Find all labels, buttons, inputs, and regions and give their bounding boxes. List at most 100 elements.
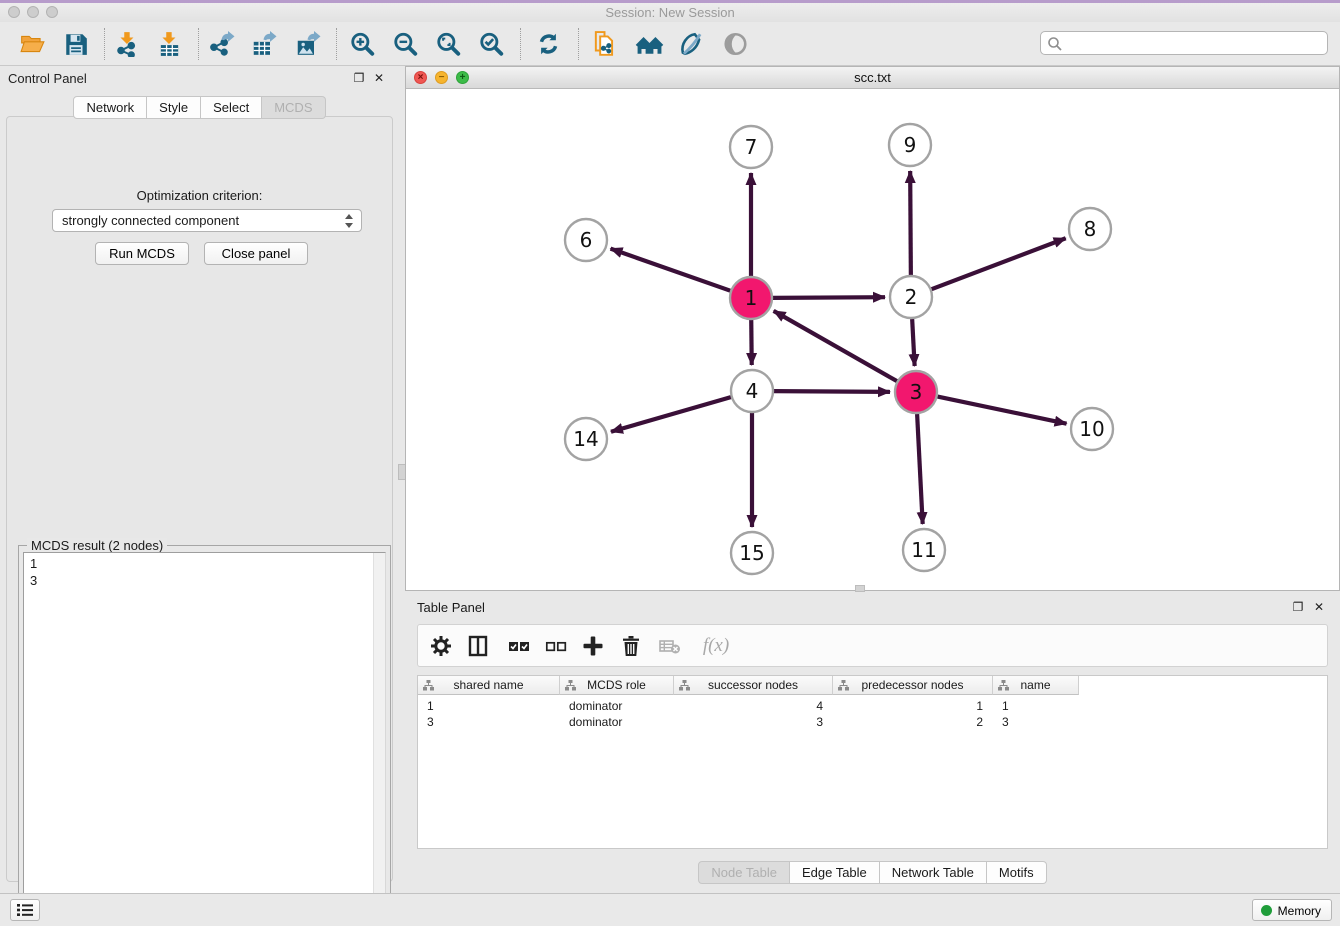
export-image-button[interactable] <box>290 27 326 61</box>
cell-MCDS-role[interactable]: dominator <box>560 714 674 730</box>
edge-4-14[interactable] <box>611 397 731 432</box>
edge-2-9[interactable] <box>910 171 911 275</box>
save-session-button[interactable] <box>59 27 95 61</box>
clone-network-button[interactable] <box>587 27 623 61</box>
select-all-columns-button[interactable] <box>504 632 534 660</box>
table-header-row: shared name MCDS role successor nodesprede… <box>418 676 1327 695</box>
export-table-button[interactable] <box>246 27 282 61</box>
zoom-selected-button[interactable] <box>474 27 510 61</box>
node-table[interactable]: shared name MCDS role successor nodesprede… <box>417 675 1328 849</box>
mcds-result-list[interactable]: 1 3 <box>23 552 386 923</box>
tab-mcds[interactable]: MCDS <box>262 96 325 119</box>
optimization-criterion-label: Optimization criterion: <box>7 188 392 203</box>
search-input[interactable] <box>1065 33 1324 55</box>
network-bottom-splitter-handle[interactable] <box>855 585 865 592</box>
tab-motifs[interactable]: Motifs <box>987 861 1047 884</box>
tab-edge-table[interactable]: Edge Table <box>790 861 880 884</box>
table-settings-button[interactable] <box>426 632 456 660</box>
tab-network-table[interactable]: Network Table <box>880 861 987 884</box>
application-window: Session: New Session <box>0 0 1340 926</box>
window-titlebar: Session: New Session <box>0 3 1340 22</box>
show-columns-button[interactable] <box>463 632 493 660</box>
network-view-titlebar[interactable]: × − + scc.txt <box>406 67 1339 89</box>
column-type-icon <box>423 680 434 691</box>
mcds-result-group: MCDS result (2 nodes) 1 3 <box>18 545 391 926</box>
network-view-window: × − + scc.txt 7968124314101511 <box>405 66 1340 591</box>
table-row[interactable]: 3dominator323 <box>418 714 1327 730</box>
table-row[interactable]: 1dominator411 <box>418 698 1327 714</box>
run-mcds-button[interactable]: Run MCDS <box>95 242 189 265</box>
column-header-label: MCDS role <box>587 678 646 692</box>
edge-2-3[interactable] <box>912 319 914 366</box>
delete-columns-button[interactable] <box>616 632 646 660</box>
node-label-9: 9 <box>904 133 917 157</box>
import-table-icon <box>156 31 183 57</box>
edge-3-10[interactable] <box>938 397 1067 424</box>
import-table-button[interactable] <box>152 27 188 61</box>
zoom-out-button[interactable] <box>388 27 424 61</box>
import-network-button[interactable] <box>110 27 146 61</box>
network-view-title: scc.txt <box>406 70 1339 85</box>
cell-successor-nodes[interactable]: 3 <box>674 714 833 730</box>
float-panel-icon[interactable]: ❐ <box>352 72 366 85</box>
column-header-shared-name[interactable]: shared name <box>418 676 560 695</box>
edge-1-2[interactable] <box>773 297 885 298</box>
close-panel-button[interactable]: Close panel <box>204 242 308 265</box>
criterion-select[interactable]: strongly connected component <box>52 209 362 232</box>
column-header-name[interactable]: name <box>993 676 1079 695</box>
tab-select[interactable]: Select <box>201 96 262 119</box>
column-header-successor-nodes[interactable]: successor nodes <box>674 676 833 695</box>
cell-shared-name[interactable]: 1 <box>418 698 560 714</box>
result-scrollbar[interactable] <box>373 553 385 922</box>
cell-predecessor-nodes[interactable]: 2 <box>833 714 993 730</box>
search-field <box>1040 31 1328 55</box>
edge-1-6[interactable] <box>611 249 731 291</box>
cell-MCDS-role[interactable]: dominator <box>560 698 674 714</box>
task-history-button[interactable] <box>10 899 40 921</box>
close-panel-icon[interactable]: ✕ <box>372 72 386 85</box>
delete-table-button[interactable] <box>655 632 685 660</box>
network-canvas[interactable]: 7968124314101511 <box>406 89 1339 590</box>
main-toolbar <box>0 22 1340 66</box>
close-table-panel-icon[interactable]: ✕ <box>1312 601 1326 614</box>
memory-button[interactable]: Memory <box>1252 899 1332 921</box>
column-header-MCDS-role[interactable]: MCDS role <box>560 676 674 695</box>
preview-button[interactable] <box>718 27 754 61</box>
tab-network[interactable]: Network <box>73 96 147 119</box>
graphics-details-button[interactable] <box>674 27 710 61</box>
node-label-15: 15 <box>739 541 764 565</box>
tab-style[interactable]: Style <box>147 96 201 119</box>
zoom-in-button[interactable] <box>345 27 381 61</box>
chevron-updown-icon <box>344 213 354 229</box>
function-icon: f(x) <box>703 635 729 656</box>
edge-3-1[interactable] <box>774 311 897 381</box>
float-table-panel-icon[interactable]: ❐ <box>1291 601 1305 614</box>
column-type-icon <box>679 680 690 691</box>
clone-network-icon <box>591 31 618 57</box>
cell-successor-nodes[interactable]: 4 <box>674 698 833 714</box>
control-panel-tabs: NetworkStyleSelectMCDS <box>0 96 399 119</box>
edge-3-11[interactable] <box>917 414 923 524</box>
zoom-selected-icon <box>478 31 505 57</box>
mcds-result-title: MCDS result (2 nodes) <box>27 538 167 553</box>
zoom-fit-button[interactable] <box>431 27 467 61</box>
cell-name[interactable]: 3 <box>993 714 1079 730</box>
edge-4-3[interactable] <box>774 391 890 392</box>
home-button[interactable] <box>631 27 667 61</box>
edge-2-8[interactable] <box>932 238 1066 289</box>
create-column-button[interactable] <box>578 632 608 660</box>
function-builder-button[interactable]: f(x) <box>694 632 738 660</box>
cell-name[interactable]: 1 <box>993 698 1079 714</box>
node-label-1: 1 <box>745 286 758 310</box>
status-bar: Memory <box>0 893 1340 926</box>
export-network-button[interactable] <box>204 27 240 61</box>
table-panel: Table Panel ❐ ✕ <box>405 596 1340 888</box>
unselect-all-columns-button[interactable] <box>541 632 571 660</box>
cell-predecessor-nodes[interactable]: 1 <box>833 698 993 714</box>
column-header-predecessor-nodes[interactable]: predecessor nodes <box>833 676 993 695</box>
apply-layout-button[interactable] <box>531 27 567 61</box>
cell-shared-name[interactable]: 3 <box>418 714 560 730</box>
column-header-label: shared name <box>453 678 523 692</box>
open-session-button[interactable] <box>15 27 51 61</box>
tab-node-table[interactable]: Node Table <box>698 861 790 884</box>
